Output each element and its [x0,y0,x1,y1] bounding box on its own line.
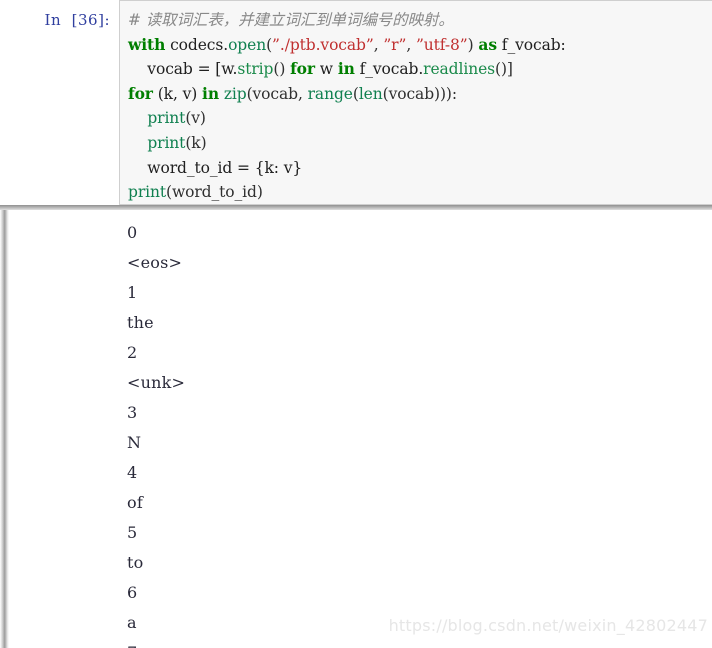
code-token-punct: (vocab))): [382,84,457,103]
code-line: print(v) [128,106,712,131]
output-line: <unk> [127,373,186,392]
code-token-builtin: zip [223,84,247,103]
code-token-builtin: open [228,35,267,54]
code-token-builtin: print [147,109,186,128]
code-token-plain: w [314,60,338,79]
code-token-kw: with [128,34,166,54]
output-line: 7 [127,638,687,648]
output-line: N [127,433,142,452]
code-cell[interactable]: In [36]: # 读取词汇表，并建立词汇到单词编号的映射。 with code… [0,0,712,205]
code-token-punct: (v) [185,109,206,128]
code-line: print(k) [128,131,712,156]
code-token-punct: (k) [185,133,207,152]
output-line: 5 [127,523,138,542]
code-token-plain: f_vocab: [496,35,566,54]
code-token-str: ”r” [383,35,407,54]
code-token-fn: readlines [423,60,496,79]
code-token-punct: (vocab, [246,84,308,103]
output-stream-text: 0<eos>1the2<unk>3N4of5to6a7in8and9 [127,218,687,648]
code-token-plain: (k, v) [152,84,203,103]
code-token-builtin: print [147,133,186,152]
code-token-punct: , [406,35,416,54]
code-token-plain: codecs. [165,35,229,54]
watermark-text: https://blog.csdn.net/weixin_42802447 [388,616,708,635]
code-token-kw: as [478,34,497,54]
code-token-punct: ()] [495,60,513,79]
output-line: 3 [127,403,138,422]
output-line: <eos> [127,253,183,272]
output-line: 1 [127,283,138,302]
code-line: print(word_to_id) [128,180,712,204]
code-token-plain: f_vocab. [354,60,424,79]
code-line: # 读取词汇表，并建立词汇到单词编号的映射。 [128,8,712,33]
code-token-kw: for [128,83,153,103]
cell-output-area: 0<eos>1the2<unk>3N4of5to6a7in8and9 [0,210,712,648]
code-token-plain: vocab = [w. [128,60,238,79]
code-token-str: ”./ptb.vocab” [272,35,374,54]
output-line: 2 [127,343,138,362]
output-line: the [127,313,154,332]
code-token-plain: word_to_id = {k: v} [128,158,303,177]
code-token-punct: (word_to_id) [166,183,263,202]
output-line: 4 [127,463,138,482]
code-line: for (k, v) in zip(vocab, range(len(vocab… [128,82,712,107]
code-token-kw: in [202,83,219,103]
code-token-punct: , [373,35,384,54]
code-token-comment: # 读取词汇表，并建立词汇到单词编号的映射。 [128,11,454,29]
output-line: of [127,493,143,512]
code-token-str: ”utf-8” [415,35,468,54]
code-line: word_to_id = {k: v} [128,156,712,181]
code-token-kw: in [337,59,355,79]
code-token-fn: strip [237,60,274,79]
output-line: to [127,553,144,572]
output-line: 6 [127,583,138,602]
output-left-edge-shadow [0,210,9,648]
code-token-builtin: print [128,183,167,202]
code-line: with codecs.open(”./ptb.vocab”, ”r”, ”ut… [128,33,712,58]
code-token-punct: () [273,60,291,79]
code-line: vocab = [w.strip() for w in f_vocab.read… [128,57,712,82]
output-line: 0 [127,223,138,242]
code-token-builtin: range [307,84,353,103]
notebook-screenshot: In [36]: # 读取词汇表，并建立词汇到单词编号的映射。 with code… [0,0,712,648]
code-token-builtin: len [358,84,383,103]
code-token-kw: for [290,59,315,79]
code-editor[interactable]: # 读取词汇表，并建立词汇到单词编号的映射。 with codecs.open(”… [119,0,712,205]
input-prompt-label: In [36]: [44,11,110,29]
